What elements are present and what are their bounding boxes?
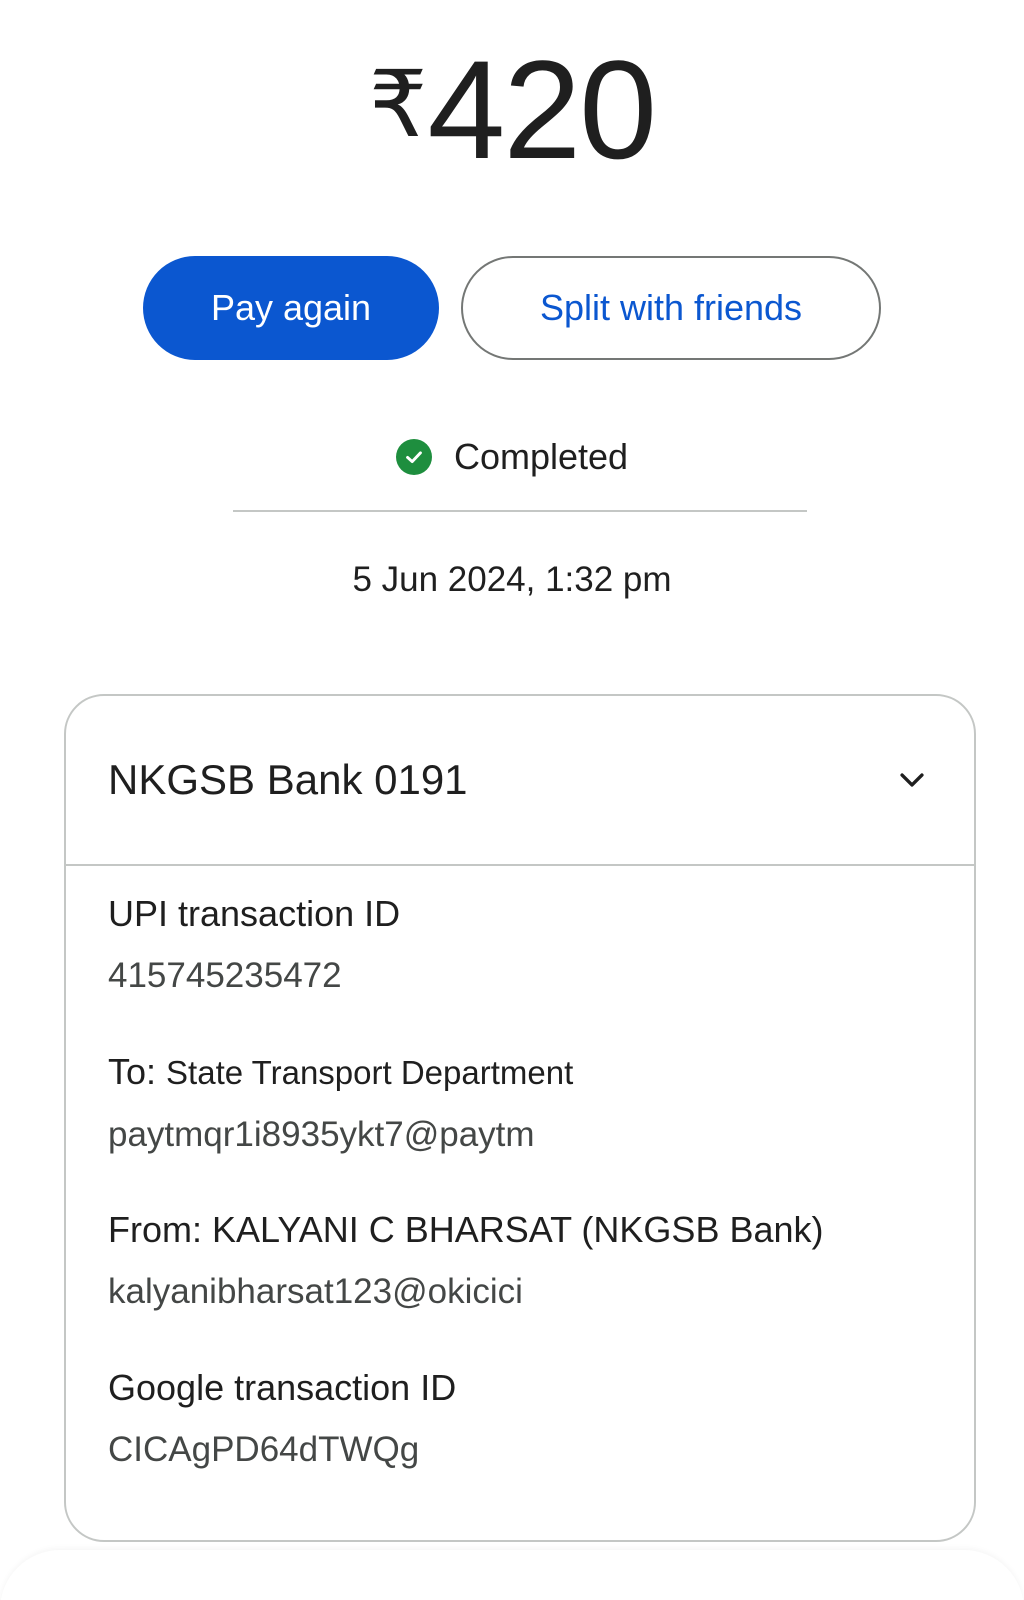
sender-block: From: KALYANI C BHARSAT (NKGSB Bank) kal… bbox=[108, 1208, 948, 1314]
transaction-details-screen: ₹420 Pay again Split with friends Comple… bbox=[0, 0, 1024, 1600]
upi-transaction-id-block: UPI transaction ID 415745235472 bbox=[108, 892, 948, 998]
upi-transaction-id-label: UPI transaction ID bbox=[108, 893, 401, 934]
check-circle-icon bbox=[395, 439, 432, 475]
split-with-friends-button[interactable]: Split with friends bbox=[461, 256, 881, 360]
recipient-upi-id: paytmqr1i8935ykt7@paytm bbox=[108, 1115, 535, 1154]
recipient-label: To: State Transport Department bbox=[108, 1050, 948, 1095]
pay-again-button[interactable]: Pay again bbox=[143, 256, 439, 360]
status-divider bbox=[233, 510, 807, 512]
status-label: Completed bbox=[453, 436, 629, 477]
upi-transaction-id-value: 415745235472 bbox=[108, 956, 342, 995]
currency-symbol: ₹ bbox=[368, 54, 428, 156]
action-buttons: Pay again Split with friends bbox=[0, 256, 1024, 360]
bottom-sheet-edge bbox=[0, 1550, 1024, 1600]
google-transaction-id-block: Google transaction ID CICAgPD64dTWQg bbox=[108, 1366, 948, 1472]
recipient-name: State Transport Department bbox=[166, 1054, 574, 1091]
bank-account-expander[interactable]: NKGSB Bank 0191 bbox=[66, 696, 974, 866]
sender-upi-id: kalyanibharsat123@okicici bbox=[108, 1272, 523, 1311]
amount-value: 420 bbox=[427, 31, 657, 188]
amount-display: ₹420 bbox=[0, 30, 1024, 185]
sender-label: From: KALYANI C BHARSAT (NKGSB Bank) bbox=[108, 1209, 824, 1250]
recipient-prefix: To: bbox=[108, 1051, 157, 1092]
status-row: Completed bbox=[0, 436, 1024, 478]
transaction-details-card: NKGSB Bank 0191 UPI transaction ID 41574… bbox=[64, 694, 976, 1542]
chevron-down-icon[interactable] bbox=[892, 760, 932, 800]
bank-account-label: NKGSB Bank 0191 bbox=[108, 756, 468, 803]
google-transaction-id-label: Google transaction ID bbox=[108, 1367, 457, 1408]
recipient-block: To: State Transport Department paytmqr1i… bbox=[108, 1050, 948, 1157]
google-transaction-id-value: CICAgPD64dTWQg bbox=[108, 1430, 420, 1469]
transaction-datetime: 5 Jun 2024, 1:32 pm bbox=[352, 560, 672, 599]
